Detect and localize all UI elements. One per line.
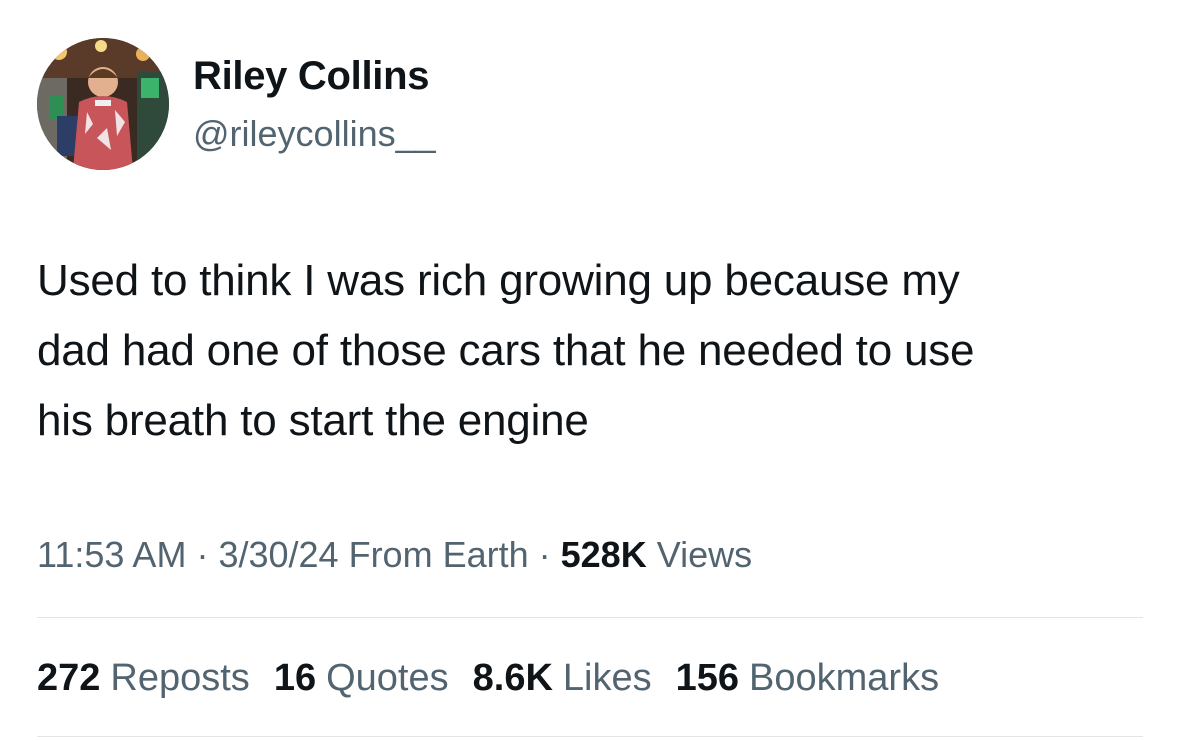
bookmarks-stat[interactable]: 156 Bookmarks [676,655,939,701]
quotes-label: Quotes [326,657,449,699]
tweet-date[interactable]: 3/30/24 [218,534,338,575]
likes-label: Likes [562,657,652,699]
tweet-time[interactable]: 11:53 AM [37,534,186,575]
bookmarks-label: Bookmarks [749,657,940,699]
views-label: Views [656,534,753,575]
views-count: 528K [560,534,647,575]
quotes-count: 16 [273,657,317,699]
avatar[interactable] [37,38,169,170]
tweet-meta: 11:53 AM · 3/30/24 From Earth · 528K Views [37,532,752,578]
meta-separator: · [196,534,209,575]
divider [37,736,1143,737]
user-handle[interactable]: @rileycollins__ [193,112,436,156]
likes-count: 8.6K [472,657,553,699]
bookmarks-count: 156 [675,657,740,699]
quotes-stat[interactable]: 16 Quotes [274,655,449,701]
engagement-stats: 272 Reposts 16 Quotes 8.6K Likes 156 Bookmarks [37,655,939,701]
tweet-source: From Earth [348,534,529,575]
profile-photo-icon [37,38,169,170]
reposts-label: Reposts [110,657,250,699]
reposts-count: 272 [37,657,101,699]
views[interactable]: 528K Views [561,534,752,575]
display-name[interactable]: Riley Collins [193,52,429,100]
meta-separator: · [538,534,551,575]
divider [37,617,1143,618]
tweet-text: Used to think I was rich growing up beca… [37,256,975,445]
reposts-stat[interactable]: 272 Reposts [37,655,250,701]
likes-stat[interactable]: 8.6K Likes [473,655,652,701]
